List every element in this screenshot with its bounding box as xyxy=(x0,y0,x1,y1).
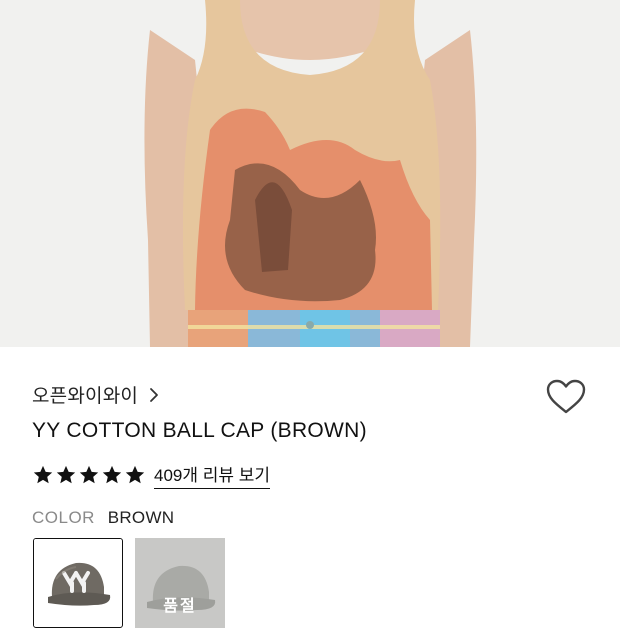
star-filled-icon xyxy=(79,465,99,484)
product-title: YY COTTON BALL CAP (BROWN) xyxy=(32,419,367,442)
heart-outline-icon[interactable] xyxy=(544,377,588,417)
chevron-right-icon xyxy=(150,387,158,402)
star-filled-icon xyxy=(102,465,122,484)
review-link[interactable]: 409개 리뷰 보기 xyxy=(154,461,271,489)
model-photo xyxy=(0,0,620,347)
sold-out-badge: 품절 xyxy=(163,598,197,615)
star-filled-icon xyxy=(56,465,76,484)
color-option-gray[interactable]: 품절 xyxy=(135,538,225,628)
rating-row: 409개 리뷰 보기 xyxy=(32,461,271,489)
product-image[interactable] xyxy=(0,0,620,347)
star-rating xyxy=(32,464,146,486)
brand-name: 오픈와이와이 xyxy=(32,386,139,407)
color-option-brown[interactable] xyxy=(33,538,123,628)
brown-cap-thumbnail xyxy=(34,539,121,626)
brand-link[interactable]: 오픈와이와이 xyxy=(32,381,160,408)
color-selector-label: COLOR BROWN xyxy=(32,508,174,528)
color-label: COLOR xyxy=(32,508,95,527)
star-filled-icon xyxy=(125,465,145,484)
selected-color: BROWN xyxy=(107,508,175,527)
star-filled-icon xyxy=(33,465,53,484)
